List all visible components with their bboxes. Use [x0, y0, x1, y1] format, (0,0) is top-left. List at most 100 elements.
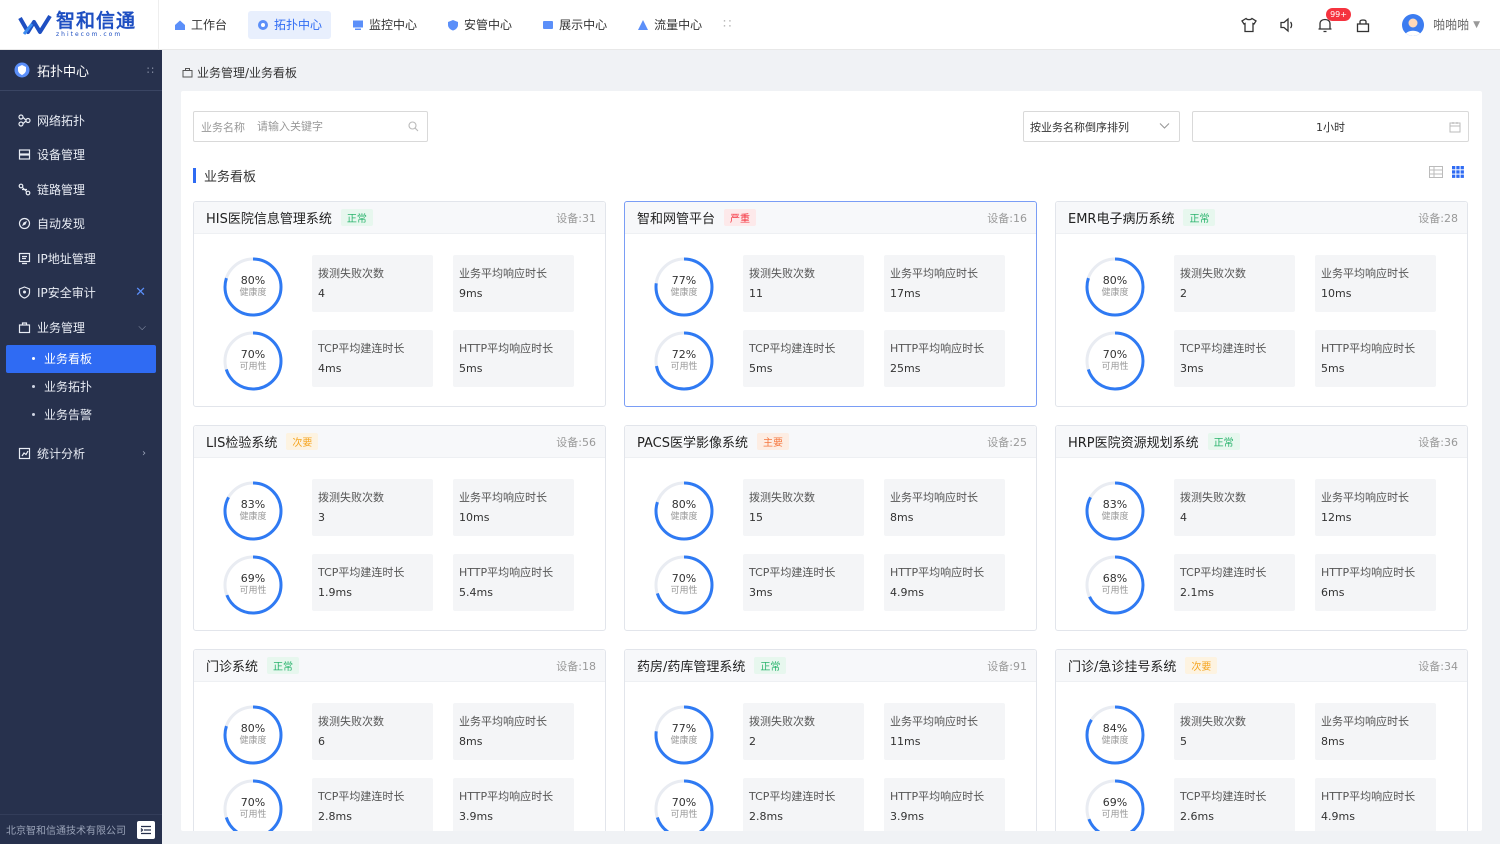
- gauge-label: 可用性: [239, 362, 267, 372]
- brand-name: 智和信通: [56, 10, 137, 32]
- sidebar-item-device[interactable]: 设备管理: [0, 138, 162, 173]
- business-card[interactable]: 门诊/急诊挂号系统 次要 设备:34 84% 健康度 69% 可用性 拨测失败次…: [1055, 649, 1468, 831]
- metric-label: 拨测失败次数: [749, 491, 815, 504]
- metric-value: 2: [749, 735, 756, 748]
- list-view-icon[interactable]: [1429, 166, 1443, 178]
- discover-icon: [18, 218, 31, 230]
- brand-sub: zhitecom.com: [56, 31, 123, 38]
- availability-gauge: 70% 可用性: [653, 554, 715, 616]
- search-label: 业务名称: [201, 120, 245, 134]
- metric-label: 业务平均响应时长: [890, 267, 978, 280]
- sidebar-item-business[interactable]: 业务管理 ⌵: [0, 310, 162, 345]
- metric-value: 3.9ms: [459, 810, 493, 823]
- metric-label: TCP平均建连时长: [749, 566, 836, 579]
- user-menu[interactable]: 啪啪啪 ▼: [1402, 13, 1480, 36]
- chevron-down-icon: [1159, 123, 1170, 129]
- business-card[interactable]: HIS医院信息管理系统 正常 设备:31 80% 健康度 70% 可用性 拨测失…: [193, 201, 606, 407]
- health-gauge: 80% 健康度: [222, 256, 284, 318]
- business-card[interactable]: EMR电子病历系统 正常 设备:28 80% 健康度 70% 可用性 拨测失败次…: [1055, 201, 1468, 407]
- metric-label: HTTP平均响应时长: [890, 790, 985, 803]
- gauge-value: 83%: [1102, 498, 1128, 511]
- bell-icon[interactable]: 99+: [1306, 7, 1351, 39]
- skin-icon[interactable]: [1230, 11, 1268, 39]
- search-input[interactable]: [257, 120, 397, 133]
- device-count: 设备:91: [987, 659, 1027, 673]
- health-gauge: 80% 健康度: [1084, 256, 1146, 318]
- business-card[interactable]: 智和网管平台 严重 设备:16 77% 健康度 72% 可用性 拨测失败次数 1…: [624, 201, 1037, 407]
- sidebar-item-ip-audit[interactable]: IP安全审计 ✕: [0, 276, 162, 311]
- business-card[interactable]: 药房/药库管理系统 正常 设备:91 77% 健康度 70% 可用性 拨测失败次…: [624, 649, 1037, 831]
- metric-label: TCP平均建连时长: [318, 790, 405, 803]
- sidebar-item-network-topology[interactable]: 网络拓扑: [0, 103, 162, 138]
- sidebar-menu: 网络拓扑 设备管理 链路管理 自动发现 IP地址管理 IP安全审计 ✕ 业务管理…: [0, 91, 162, 471]
- health-gauge: 84% 健康度: [1084, 704, 1146, 766]
- metric-value: 5ms: [459, 362, 483, 375]
- metric-value: 1.9ms: [318, 586, 352, 599]
- close-icon[interactable]: ✕: [135, 285, 146, 300]
- topnav-display[interactable]: 展示中心: [533, 11, 616, 39]
- sidebar-item-label: IP安全审计: [37, 286, 96, 301]
- metric-label: HTTP平均响应时长: [890, 566, 985, 579]
- metric-value: 12ms: [1321, 511, 1352, 524]
- business-card[interactable]: LIS检验系统 次要 设备:56 83% 健康度 69% 可用性 拨测失败次数 …: [193, 425, 606, 631]
- grid-icon[interactable]: ∷: [147, 64, 154, 77]
- sidebar-item-link[interactable]: 链路管理: [0, 172, 162, 207]
- topnav-traffic[interactable]: 流量中心: [628, 11, 711, 39]
- brand-logo[interactable]: 智和信通 zhitecom.com: [0, 11, 150, 38]
- sidebar-subitem-business-topology[interactable]: 业务拓扑: [0, 373, 162, 401]
- metric-tcp: TCP平均建连时长 2.1ms: [1174, 554, 1295, 611]
- sidebar-item-label: 网络拓扑: [37, 113, 86, 128]
- traffic-icon: [638, 19, 649, 30]
- gauge-value: 77%: [671, 722, 697, 735]
- topnav-topology[interactable]: 拓扑中心: [248, 10, 332, 39]
- metric-label: 业务平均响应时长: [890, 491, 978, 504]
- gauge-label: 可用性: [1101, 362, 1129, 372]
- metric-fail: 拨测失败次数 2: [1174, 255, 1295, 312]
- health-gauge: 83% 健康度: [222, 480, 284, 542]
- bullet-icon: [32, 385, 35, 388]
- sidebar-subitem-business-alarm[interactable]: 业务告警: [0, 401, 162, 429]
- sound-icon[interactable]: [1268, 11, 1306, 39]
- metric-label: 拨测失败次数: [1180, 491, 1246, 504]
- section-title: 业务看板: [193, 166, 256, 185]
- topnav-monitor[interactable]: 监控中心: [343, 11, 426, 39]
- sidebar-subitem-business-board[interactable]: 业务看板: [6, 344, 156, 373]
- gauge-label: 健康度: [670, 736, 698, 746]
- metric-value: 2.6ms: [1180, 810, 1214, 823]
- business-card[interactable]: PACS医学影像系统 主要 设备:25 80% 健康度 70% 可用性 拨测失败…: [624, 425, 1037, 631]
- metric-label: 拨测失败次数: [749, 715, 815, 728]
- availability-gauge: 70% 可用性: [653, 778, 715, 831]
- shield-icon: [448, 19, 459, 30]
- audit-icon: [18, 286, 31, 299]
- collapse-menu-icon[interactable]: [137, 820, 155, 839]
- grid-view-icon[interactable]: [1452, 166, 1464, 178]
- topnav-workbench[interactable]: 工作台: [165, 11, 236, 39]
- card-title: 智和网管平台: [637, 212, 716, 227]
- caret-down-icon: ▼: [1473, 19, 1480, 30]
- metric-label: HTTP平均响应时长: [459, 342, 554, 355]
- card-header: HRP医院资源规划系统 正常 设备:36: [1056, 426, 1467, 458]
- metric-http: HTTP平均响应时长 3.9ms: [884, 778, 1005, 831]
- sidebar-item-label: 设备管理: [37, 148, 86, 163]
- business-card[interactable]: HRP医院资源规划系统 正常 设备:36 83% 健康度 68% 可用性 拨测失…: [1055, 425, 1468, 631]
- sort-select[interactable]: 按业务名称倒序排列: [1023, 111, 1180, 142]
- sidebar-item-stats[interactable]: 统计分析 ›: [0, 437, 162, 472]
- sidebar: 拓扑中心 ∷ 网络拓扑 设备管理 链路管理 自动发现 IP地址管理 IP安全审计…: [0, 50, 162, 844]
- gauge-label: 健康度: [1101, 512, 1129, 522]
- time-range-select[interactable]: 1小时: [1192, 111, 1469, 142]
- more-apps-icon[interactable]: ∷: [723, 17, 731, 32]
- metric-value: 2.1ms: [1180, 586, 1214, 599]
- search-icon[interactable]: [408, 121, 419, 132]
- metric-value: 4: [1180, 511, 1187, 524]
- card-header: HIS医院信息管理系统 正常 设备:31: [194, 202, 605, 234]
- business-card[interactable]: 门诊系统 正常 设备:18 80% 健康度 70% 可用性 拨测失败次数 6 业…: [193, 649, 606, 831]
- metric-label: 拨测失败次数: [318, 491, 384, 504]
- sidebar-item-label: 链路管理: [37, 182, 86, 197]
- sidebar-item-discover[interactable]: 自动发现: [0, 207, 162, 242]
- topnav-security[interactable]: 安管中心: [438, 11, 521, 39]
- home-icon: [175, 20, 185, 30]
- lock-icon[interactable]: [1344, 11, 1382, 39]
- metric-fail: 拨测失败次数 5: [1174, 703, 1295, 760]
- sidebar-item-ip[interactable]: IP地址管理: [0, 241, 162, 276]
- metric-tcp: TCP平均建连时长 4ms: [312, 330, 433, 387]
